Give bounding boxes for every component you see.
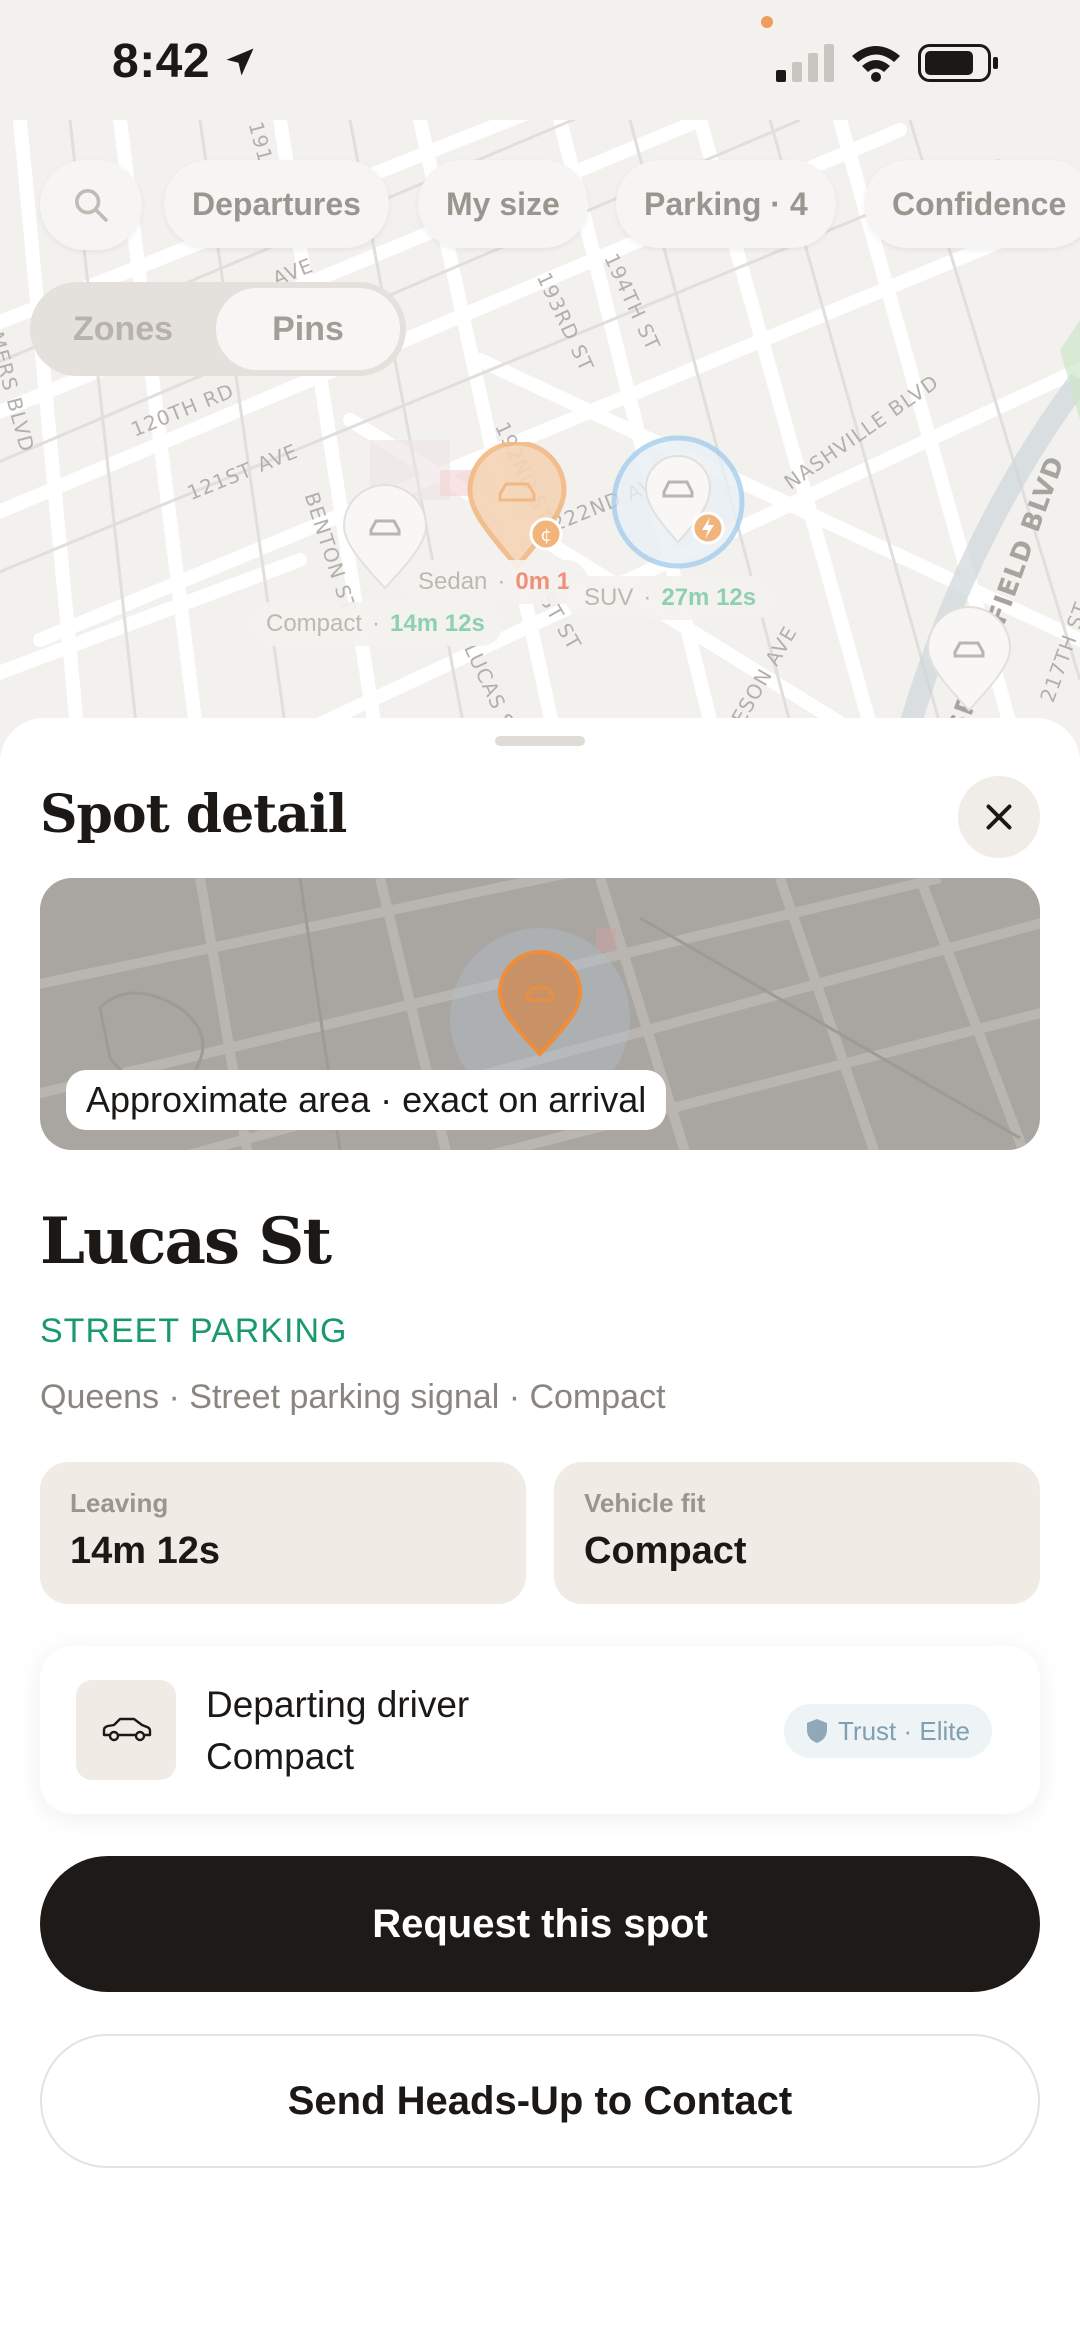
chip-my-size[interactable]: My size (418, 160, 588, 248)
cellular-signal-icon (776, 44, 834, 82)
driver-vehicle: Compact (206, 1736, 355, 1777)
close-icon (986, 804, 1012, 830)
close-button[interactable] (958, 776, 1040, 858)
spot-detail-sheet: Spot detail Approximate area · exact on … (0, 718, 1080, 2336)
approximate-area-badge: Approximate area · exact on arrival (66, 1070, 667, 1130)
departing-driver-card[interactable]: Departing driver Compact Trust · Elite (40, 1646, 1040, 1814)
chip-parking[interactable]: Parking · 4 (616, 160, 836, 248)
place-name: Lucas St (40, 1204, 332, 1279)
wifi-icon (852, 46, 900, 82)
request-spot-button[interactable]: Request this spot (40, 1856, 1040, 1992)
pin-time: 14m 12s (390, 610, 485, 637)
search-icon (75, 189, 108, 222)
pin-separator: · (372, 610, 381, 637)
shield-icon (807, 1719, 827, 1743)
location-arrow-icon (226, 48, 254, 76)
trust-badge: Trust · Elite (784, 1704, 992, 1758)
pin-vehicle: Compact (266, 610, 363, 637)
pin-label-sedan: Sedan · 0m 1 (400, 560, 589, 604)
map-pin-sedan[interactable]: ¢ (462, 442, 572, 572)
approximate-area-map: Approximate area · exact on arrival (40, 878, 1040, 1150)
place-type: STREET PARKING (40, 1312, 348, 1350)
status-bar: 8:42 (0, 0, 1080, 120)
pin-label-compact: Compact · 14m 12s (248, 602, 503, 646)
pin-time: 0m 1 (515, 568, 571, 595)
stat-label: Leaving (70, 1488, 169, 1518)
pin-label-suv: SUV · 27m 12s (566, 576, 775, 620)
trust-label: Trust · Elite (838, 1715, 970, 1746)
send-heads-up-button[interactable]: Send Heads-Up to Contact (40, 2034, 1040, 2168)
stat-label: Vehicle fit (584, 1488, 706, 1518)
stat-card-vehicle-fit: Vehicle fit Compact (554, 1462, 1040, 1604)
sheet-grabber[interactable] (495, 736, 585, 746)
chip-departures[interactable]: Departures (164, 160, 389, 248)
map-view[interactable]: 120TH RD 121ST AVE BENTON ST 192ND ST 19… (0, 120, 1080, 760)
driver-title: Departing driver (206, 1684, 470, 1725)
toggle-pins[interactable]: Pins (216, 288, 400, 370)
toggle-zones[interactable]: Zones (30, 282, 216, 376)
map-pin-far[interactable] (924, 606, 1014, 716)
pin-separator: · (643, 584, 652, 611)
stat-value: Compact (584, 1530, 747, 1572)
privacy-indicator-dot (761, 16, 773, 28)
filter-chip-row: Departures My size Parking · 4 Confidenc… (0, 160, 1080, 250)
car-icon-box (76, 1680, 176, 1780)
battery-icon (918, 44, 998, 82)
sheet-title: Spot detail (40, 784, 347, 845)
status-time: 8:42 (112, 35, 211, 88)
stat-value: 14m 12s (70, 1530, 221, 1572)
pin-time: 27m 12s (661, 584, 757, 611)
zones-pins-toggle: Zones Pins (30, 282, 406, 376)
pin-vehicle: SUV (584, 584, 634, 611)
search-button[interactable] (40, 160, 142, 250)
place-meta: Queens · Street parking signal · Compact (40, 1378, 666, 1416)
chip-confidence[interactable]: Confidence (864, 160, 1080, 248)
map-pin-suv[interactable] (608, 432, 748, 572)
car-icon (102, 1717, 152, 1742)
pin-badge: ¢ (540, 525, 551, 546)
pin-vehicle: Sedan (418, 568, 488, 595)
pin-separator: · (497, 568, 506, 595)
stat-card-leaving: Leaving 14m 12s (40, 1462, 526, 1604)
